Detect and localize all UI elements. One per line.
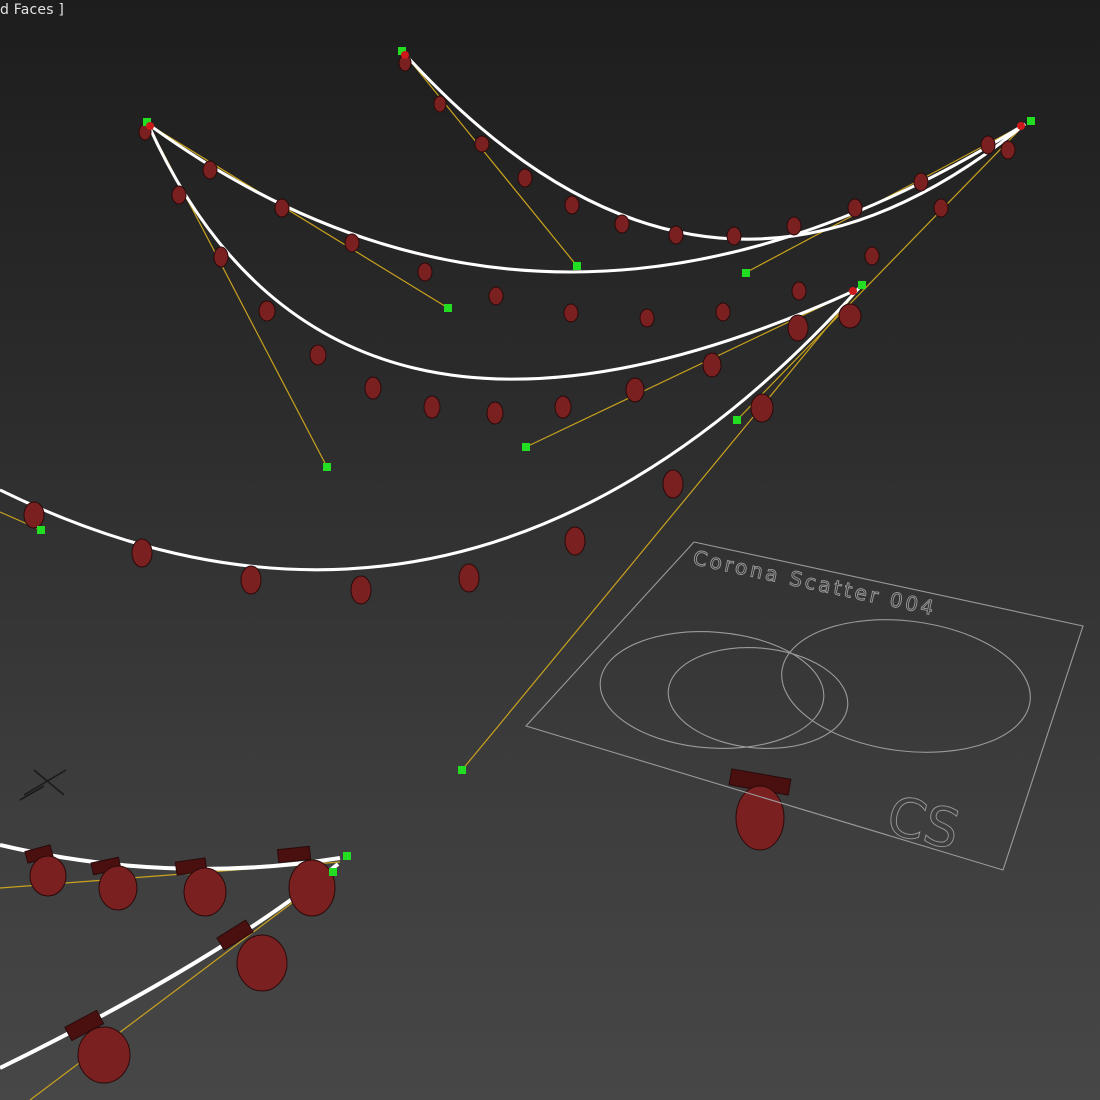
light-bulb-icon xyxy=(750,393,774,423)
vertex-handle xyxy=(343,852,351,860)
scene-canvas[interactable]: Corona Scatter 004 CS xyxy=(0,0,1100,1100)
light-bulb-icon xyxy=(64,1009,131,1084)
light-bulb-icon xyxy=(423,395,441,419)
end-vertex xyxy=(1017,122,1025,130)
tangent-line xyxy=(29,871,334,1100)
tangent-line xyxy=(147,123,449,309)
light-bulb-icon xyxy=(216,919,288,992)
light-bulb-icon xyxy=(417,262,433,282)
light-bulb-icon xyxy=(488,286,504,306)
vertex-handle xyxy=(858,281,866,289)
light-bulb-icon xyxy=(864,246,880,266)
light-string-wire xyxy=(0,285,862,572)
vertex-handle xyxy=(458,766,466,774)
scatter-gizmo-name: Corona Scatter 004 xyxy=(691,545,939,620)
vertex-handle xyxy=(522,443,530,451)
light-bulb-icon xyxy=(517,168,533,188)
light-bulb-icon xyxy=(847,198,863,218)
pivot-cross-icon[interactable] xyxy=(19,769,67,801)
vertex-handle xyxy=(329,868,337,876)
light-bulb-icon xyxy=(344,233,360,253)
light-bulb-icon xyxy=(639,308,655,328)
light-bulb-icon xyxy=(563,303,579,323)
end-vertex xyxy=(146,122,154,130)
light-bulb-icon xyxy=(786,216,802,236)
end-vertices[interactable] xyxy=(146,51,1025,295)
tangent-line xyxy=(461,284,863,771)
vertex-handle xyxy=(742,269,750,277)
light-bulb-icon xyxy=(213,246,229,268)
light-bulb-icon xyxy=(791,281,807,301)
light-bulb-icon xyxy=(274,198,290,218)
light-bulb-icon xyxy=(258,300,276,322)
light-bulb-icon xyxy=(668,225,684,245)
vertex-handle xyxy=(733,416,741,424)
light-bulb-icon xyxy=(614,214,630,234)
light-bulb-icon xyxy=(554,395,572,419)
light-bulb-icon xyxy=(240,565,262,595)
light-bulb-icon xyxy=(702,352,722,378)
light-bulb-icon xyxy=(913,172,929,192)
scatter-gizmo-logo: CS xyxy=(881,783,966,862)
viewport-perspective[interactable]: d Faces ] Corona Scatter 004 CS xyxy=(0,0,1100,1100)
light-bulb-icon xyxy=(625,377,645,403)
end-vertex xyxy=(849,287,857,295)
vertex-handle xyxy=(37,526,45,534)
light-bulb-icon xyxy=(23,501,45,529)
light-bulb-icon xyxy=(433,95,447,113)
light-bulb-icon xyxy=(24,844,67,897)
scatter-gizmo-ring xyxy=(599,631,825,749)
vertex-handle xyxy=(323,463,331,471)
light-bulb-icon xyxy=(131,538,153,568)
light-bulb-icon xyxy=(838,303,862,329)
light-bulb-icon xyxy=(486,401,504,425)
light-bulb-icon xyxy=(202,160,218,180)
tangent-line xyxy=(736,123,1026,421)
light-string-wire xyxy=(401,50,1026,241)
light-bulb-icon xyxy=(1000,140,1016,160)
light-bulb-icon xyxy=(787,314,809,342)
light-bulb-icon xyxy=(309,344,327,366)
light-bulb-icon xyxy=(350,575,372,605)
vertex-handle xyxy=(444,304,452,312)
vertex-handle xyxy=(1027,117,1035,125)
light-bulb-icon xyxy=(458,563,480,593)
light-strings[interactable] xyxy=(0,50,1026,1070)
light-bulb-icon xyxy=(715,302,731,322)
vertex-handle xyxy=(573,262,581,270)
tangent-line xyxy=(402,51,578,267)
light-bulb-icon xyxy=(726,226,742,246)
tangent-handles xyxy=(0,51,1026,1100)
light-bulb-icon xyxy=(474,135,490,153)
light-bulb-icon xyxy=(171,185,187,205)
light-bulb-icon xyxy=(174,857,227,917)
light-bulb-icon xyxy=(728,768,792,851)
light-bulb-icon xyxy=(564,526,586,556)
end-vertex xyxy=(401,51,409,59)
light-bulb-icon xyxy=(933,198,949,218)
light-bulb-icon xyxy=(364,376,382,400)
light-bulb-icon xyxy=(662,469,684,499)
scatter-gizmo-ring xyxy=(781,619,1031,753)
light-bulb-icon xyxy=(980,135,996,155)
light-bulb-icon xyxy=(564,195,580,215)
